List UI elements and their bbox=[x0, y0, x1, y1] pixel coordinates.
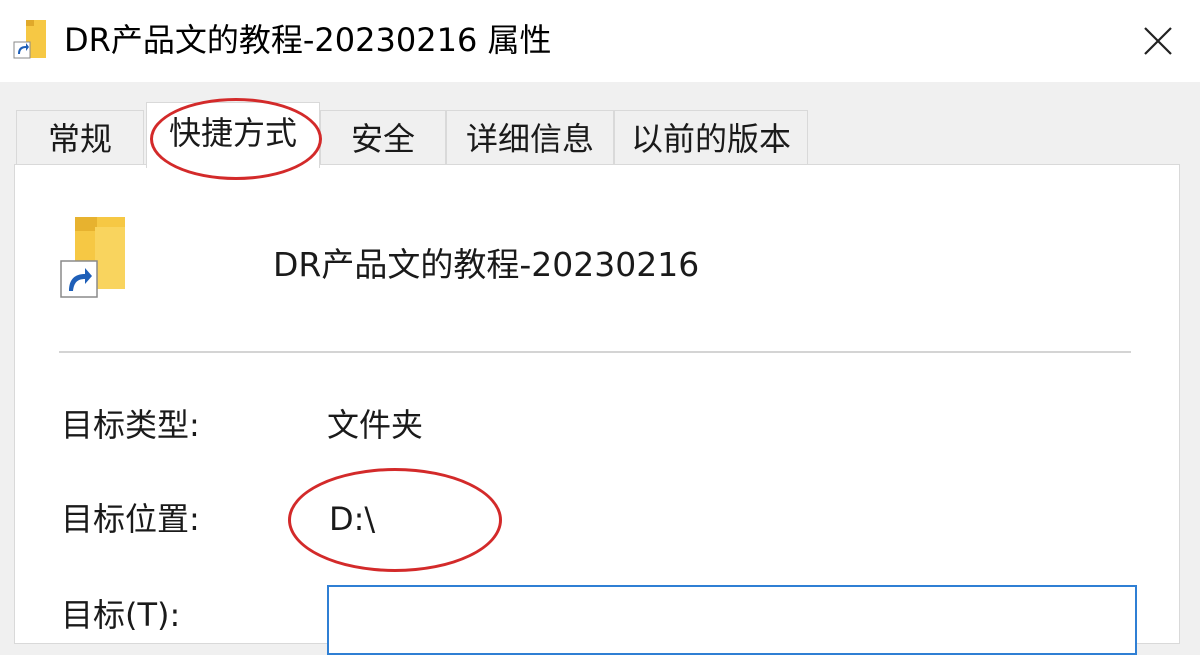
tab-previous-versions[interactable]: 以前的版本 bbox=[614, 110, 808, 166]
shortcut-name: DR产品文的教程-20230216 bbox=[273, 245, 700, 284]
target-location-label: 目标位置: bbox=[61, 500, 200, 538]
divider bbox=[59, 351, 1131, 353]
target-label: 目标(T): bbox=[61, 596, 181, 634]
tab-strip: 常规 快捷方式 安全 详细信息 以前的版本 bbox=[0, 82, 1200, 168]
tab-security[interactable]: 安全 bbox=[320, 110, 446, 166]
target-input[interactable] bbox=[327, 585, 1137, 655]
tab-shortcut[interactable]: 快捷方式 bbox=[146, 102, 320, 168]
target-type-label: 目标类型: bbox=[61, 406, 200, 444]
shortcut-panel: DR产品文的教程-20230216 目标类型: 文件夹 目标位置: D:\ 目标… bbox=[14, 164, 1180, 655]
target-type-value: 文件夹 bbox=[327, 406, 424, 444]
tab-details[interactable]: 详细信息 bbox=[446, 110, 614, 166]
folder-shortcut-icon bbox=[13, 20, 46, 59]
target-location-value: D:\ bbox=[329, 500, 376, 538]
title-bar: DR产品文的教程-20230216 属性 bbox=[0, 0, 1200, 82]
folder-shortcut-icon bbox=[60, 217, 125, 298]
tab-general[interactable]: 常规 bbox=[16, 110, 144, 166]
close-button[interactable] bbox=[1128, 14, 1188, 68]
close-icon bbox=[1144, 27, 1172, 55]
window-title: DR产品文的教程-20230216 属性 bbox=[64, 21, 552, 59]
